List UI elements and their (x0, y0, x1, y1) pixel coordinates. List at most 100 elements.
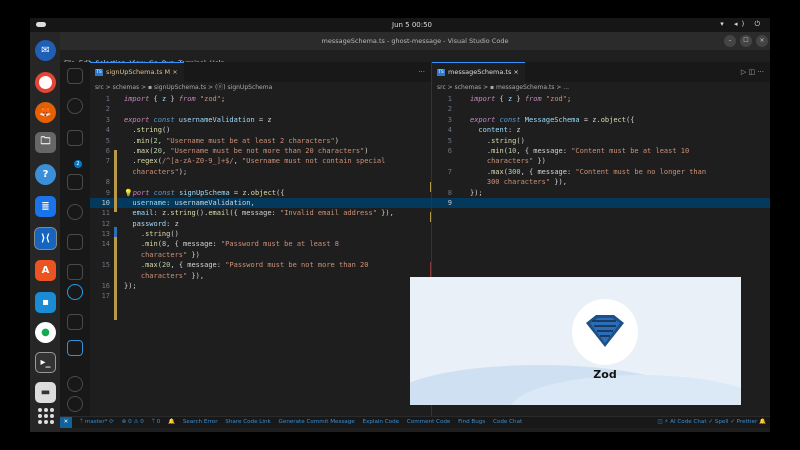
line-text[interactable]: export const usernameValidation = z (124, 115, 272, 125)
line-text[interactable]: username: usernameValidation, (124, 198, 254, 208)
extension-tool-icon[interactable] (67, 284, 83, 300)
thunderbird-icon[interactable]: ✉ (35, 40, 56, 61)
code-line[interactable]: 4 content: z (432, 125, 770, 135)
tab-signupschema[interactable]: TS signUpSchema.ts M × (90, 62, 184, 82)
gutter-change-marker[interactable] (114, 150, 117, 212)
line-text[interactable]: }); (470, 188, 483, 198)
code-line[interactable]: 12 password: z (90, 219, 431, 229)
maximize-button[interactable]: ☐ (740, 35, 752, 47)
code-line[interactable]: 6 .max(20, "Username must be not more th… (90, 146, 431, 156)
code-line[interactable]: 11 email: z.string().email({ message: "I… (90, 208, 431, 218)
close-button[interactable]: × (756, 35, 768, 47)
git-branch[interactable]: ᛘ master* ⟳ (80, 419, 114, 425)
code-line[interactable]: 14 .min(8, { message: "Password must be … (90, 239, 431, 249)
system-tray[interactable]: ▾ ◂) ⏻ (720, 20, 764, 29)
settings-gear-icon[interactable] (67, 396, 83, 412)
vscode-icon[interactable]: ⟩⟨ (34, 227, 57, 250)
activities-button[interactable] (36, 22, 46, 27)
code-line[interactable]: 9 💡port const signUpSchema = z.object({ (90, 188, 431, 198)
line-text[interactable]: email: z.string().email({ message: "Inva… (124, 208, 393, 218)
line-text[interactable]: 💡port const signUpSchema = z.object({ (124, 188, 284, 198)
generate-commit-message-button[interactable]: Generate Commit Message (279, 419, 355, 425)
code-line[interactable]: 15 .max(20, { message: "Password must be… (90, 260, 431, 270)
code-line[interactable]: 8 (90, 177, 431, 187)
code-line[interactable]: 5 .string() (432, 136, 770, 146)
run-debug-icon[interactable] (67, 174, 83, 190)
line-text[interactable]: .min(2, "Username must be at least 2 cha… (124, 136, 339, 146)
breadcrumb[interactable]: src > schemas > ▪ signUpSchema.ts > (ⓔ) … (90, 82, 431, 94)
show-apps-icon[interactable] (38, 408, 54, 424)
line-text[interactable]: characters" }) (124, 250, 200, 260)
ports-indicator[interactable]: ᛘ 0 (152, 419, 161, 425)
source-control-icon[interactable] (67, 130, 83, 146)
editor-actions[interactable]: ▷ ◫ ··· (741, 68, 764, 76)
code-area[interactable]: 1 import { z } from "zod"; 2 3 export const … (90, 94, 431, 302)
clock[interactable]: Jun 5 00:50 (392, 21, 432, 29)
comment-code-button[interactable]: Comment Code (407, 419, 451, 425)
line-text[interactable]: .max(300, { message: "Content must be no… (470, 167, 706, 177)
code-line[interactable]: 9 (432, 197, 770, 209)
line-text[interactable]: content: z (470, 125, 520, 135)
code-line[interactable]: 7 .max(300, { message: "Content must be … (432, 167, 770, 177)
line-text[interactable]: .string() (470, 136, 525, 146)
gutter-change-marker[interactable] (114, 237, 117, 320)
line-text[interactable]: export const MessageSchema = z.object({ (470, 115, 634, 125)
files-icon[interactable]: 🗀 (35, 132, 56, 153)
code-line[interactable]: 3 export const usernameValidation = z (90, 115, 431, 125)
account-icon[interactable] (67, 376, 83, 392)
text-editor-icon[interactable]: ≣ (35, 196, 56, 217)
line-text[interactable]: .max(20, { message: "Password must be no… (124, 260, 369, 270)
remote-icon[interactable] (67, 204, 83, 220)
chrome-icon[interactable] (35, 72, 56, 93)
testing-icon[interactable] (67, 234, 83, 250)
help-icon[interactable]: ? (35, 164, 56, 185)
search-icon[interactable] (67, 98, 83, 114)
tool-icon[interactable] (67, 314, 83, 330)
find-bugs-button[interactable]: Find Bugs (458, 419, 485, 425)
code-line[interactable]: characters" }), (90, 271, 431, 281)
code-line[interactable]: 7 .regex(/^[a-zA-Z0-9_]+$/, "Username mu… (90, 156, 431, 166)
code-line[interactable]: 13 .string() (90, 229, 431, 239)
drive-icon[interactable]: ▬ (35, 382, 56, 403)
line-text[interactable]: .max(20, "Username must be not more than… (124, 146, 368, 156)
problems-indicator[interactable]: ⊗ 0 ⚠ 0 (122, 419, 144, 425)
code-line[interactable]: 3 export const MessageSchema = z.object({ (432, 115, 770, 125)
docker-icon[interactable] (67, 340, 83, 356)
app-center-icon[interactable]: A (35, 260, 56, 281)
code-line[interactable]: 1 import { z } from "zod"; (432, 94, 770, 104)
line-text[interactable]: .min(10, { message: "Content must be at … (470, 146, 689, 156)
line-text[interactable]: .string() (124, 125, 170, 135)
line-text[interactable]: .regex(/^[a-zA-Z0-9_]+$/, "Username must… (124, 156, 385, 166)
line-text[interactable]: import { z } from "zod"; (470, 94, 571, 104)
line-text[interactable]: .string() (124, 229, 179, 239)
explain-code-button[interactable]: Explain Code (363, 419, 400, 425)
share-code-link-button[interactable]: Share Code Link (225, 419, 270, 425)
firefox-icon[interactable]: 🦊 (35, 102, 56, 123)
code-line[interactable]: characters"); (90, 167, 431, 177)
code-line[interactable]: 1 import { z } from "zod"; (90, 94, 431, 104)
code-line[interactable]: 17 (90, 291, 431, 301)
line-text[interactable]: .min(8, { message: "Password must be at … (124, 239, 339, 249)
terminal-icon[interactable]: ▸_ (35, 352, 56, 373)
code-line[interactable]: 10 username: usernameValidation, (90, 197, 431, 209)
line-text[interactable]: password: z (124, 219, 178, 229)
line-text[interactable]: }); (124, 281, 137, 291)
line-text[interactable]: import { z } from "zod"; (124, 94, 225, 104)
minimize-button[interactable]: – (724, 35, 736, 47)
line-text[interactable]: characters"); (124, 167, 187, 177)
gutter-add-marker[interactable] (114, 227, 117, 237)
search-error-button[interactable]: Search Error (183, 419, 218, 425)
editor-left[interactable]: TS signUpSchema.ts M × ··· src > schemas … (90, 62, 432, 416)
status-bar-right[interactable]: ◫ ⚡ AI Code Chat ✓ Spell ✓ Prettier 🔔 (657, 417, 766, 428)
breadcrumb[interactable]: src > schemas > ▪ messageSchema.ts > ... (432, 82, 770, 94)
line-text[interactable]: characters" }) (470, 156, 546, 166)
more-actions-button[interactable]: ··· (418, 68, 425, 76)
code-line[interactable]: 6 .min(10, { message: "Content must be a… (432, 146, 770, 156)
bell-icon[interactable]: 🔔 (168, 419, 175, 425)
code-line[interactable]: 5 .min(2, "Username must be at least 2 c… (90, 136, 431, 146)
code-line[interactable]: characters" }) (90, 250, 431, 260)
code-chat-button[interactable]: Code Chat (493, 419, 522, 425)
code-line[interactable]: 300 characters" }), (432, 177, 770, 187)
remote-indicator[interactable]: ✕ (60, 417, 72, 428)
code-area[interactable]: 1 import { z } from "zod"; 2 3 export const … (432, 94, 770, 209)
